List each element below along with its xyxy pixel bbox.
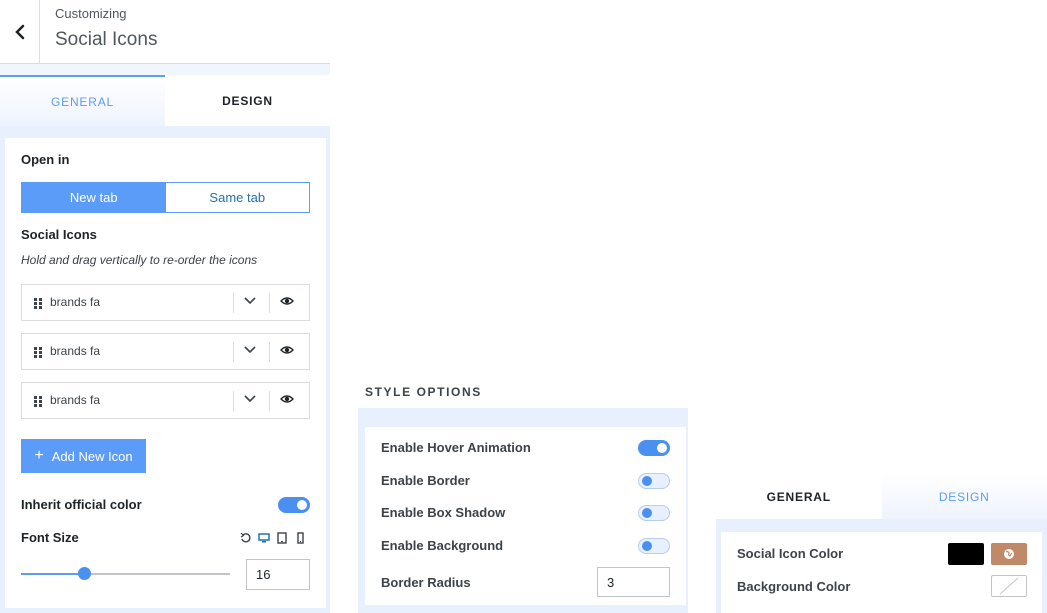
style-options-title: STYLE OPTIONS — [365, 385, 482, 399]
social-icons-label: Social Icons — [21, 227, 97, 242]
chevron-down-icon[interactable] — [244, 394, 256, 404]
background-label: Enable Background — [381, 538, 504, 553]
desktop-icon[interactable] — [258, 532, 270, 544]
drag-handle-icon[interactable] — [34, 297, 42, 309]
hover-animation-label: Enable Hover Animation — [381, 440, 531, 455]
tab-design-label: DESIGN — [938, 489, 990, 504]
border-label: Enable Border — [381, 473, 470, 488]
box-shadow-label: Enable Box Shadow — [381, 505, 506, 520]
tab-design[interactable]: DESIGN — [881, 474, 1047, 519]
inherit-color-label: Inherit official color — [21, 497, 142, 512]
divider — [269, 342, 270, 362]
eye-icon[interactable] — [280, 345, 294, 355]
tab-general-label: GENERAL — [51, 94, 114, 109]
tablet-icon[interactable] — [276, 532, 288, 544]
header-subtitle: Customizing — [55, 6, 127, 21]
divider — [233, 391, 234, 411]
new-tab-option[interactable]: New tab — [22, 183, 166, 212]
chevron-left-icon — [14, 24, 24, 39]
eye-icon[interactable] — [280, 296, 294, 306]
divider — [269, 293, 270, 313]
tab-general-label: GENERAL — [766, 489, 831, 504]
eye-icon[interactable] — [280, 394, 294, 404]
font-size-label: Font Size — [21, 530, 79, 545]
add-new-icon-button[interactable]: + Add New Icon — [21, 439, 146, 473]
chevron-down-icon[interactable] — [244, 345, 256, 355]
device-switcher — [240, 532, 306, 544]
slider-thumb[interactable] — [77, 567, 91, 580]
background-color-swatch[interactable] — [991, 575, 1027, 597]
globe-icon — [1004, 549, 1014, 559]
border-radius-label: Border Radius — [381, 575, 471, 590]
social-icon-color-swatch[interactable] — [948, 543, 984, 565]
customizer-panel: Customizing Social Icons GENERAL DESIGN … — [0, 0, 330, 613]
drag-handle-icon[interactable] — [34, 346, 42, 358]
divider — [269, 391, 270, 411]
header-divider — [0, 64, 330, 75]
same-tab-option[interactable]: Same tab — [165, 183, 309, 212]
border-radius-input[interactable] — [597, 567, 670, 597]
add-new-icon-label: Add New Icon — [51, 448, 133, 464]
right-tab-bar: GENERAL DESIGN — [716, 474, 1047, 519]
hover-animation-toggle[interactable] — [638, 440, 670, 456]
divider — [233, 293, 234, 313]
social-icon-color-label: Social Icon Color — [737, 546, 844, 561]
no-color-icon — [999, 577, 1019, 595]
social-icon-name: brands fa — [50, 393, 101, 407]
chevron-down-icon[interactable] — [244, 296, 256, 306]
toggle-knob — [642, 508, 652, 518]
border-toggle[interactable] — [638, 473, 670, 489]
font-size-input[interactable] — [246, 559, 310, 590]
tab-design-label: DESIGN — [222, 93, 273, 108]
page-title: Social Icons — [55, 29, 158, 50]
social-icon-name: brands fa — [50, 344, 101, 358]
tab-general[interactable]: GENERAL — [716, 474, 882, 519]
hover-color-swatch[interactable] — [991, 543, 1027, 565]
tab-general[interactable]: GENERAL — [0, 75, 165, 126]
social-icon-item[interactable]: brands fa — [21, 284, 310, 321]
plus-icon: + — [34, 447, 44, 464]
mobile-icon[interactable] — [294, 532, 306, 544]
toggle-knob — [642, 476, 652, 486]
left-tab-bar: GENERAL DESIGN — [0, 75, 330, 126]
box-shadow-toggle[interactable] — [638, 505, 670, 521]
back-button[interactable] — [0, 0, 40, 63]
drag-handle-icon[interactable] — [34, 395, 42, 407]
social-icon-item[interactable]: brands fa — [21, 382, 310, 419]
reorder-hint: Hold and drag vertically to re-order the… — [21, 253, 258, 267]
toggle-knob — [642, 541, 652, 551]
tab-design[interactable]: DESIGN — [165, 75, 330, 126]
social-icon-name: brands fa — [50, 295, 101, 309]
font-size-slider[interactable] — [21, 567, 230, 580]
open-in-segmented: New tab Same tab — [21, 182, 310, 213]
divider — [233, 342, 234, 362]
slider-fill — [21, 573, 84, 575]
background-color-label: Background Color — [737, 579, 851, 594]
customizer-header: Customizing Social Icons — [0, 0, 330, 64]
background-toggle[interactable] — [638, 538, 670, 554]
toggle-knob — [657, 443, 667, 453]
social-icon-item[interactable]: brands fa — [21, 333, 310, 370]
reset-icon[interactable] — [240, 532, 252, 544]
toggle-knob — [297, 500, 307, 510]
open-in-label: Open in — [21, 152, 70, 167]
inherit-color-toggle[interactable] — [278, 497, 310, 513]
